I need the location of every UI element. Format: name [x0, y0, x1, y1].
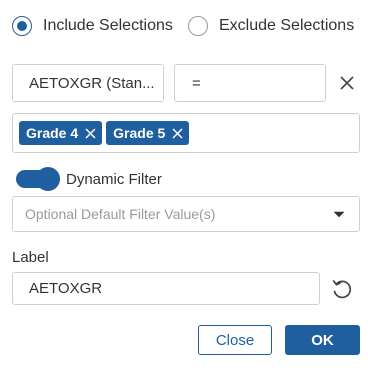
toggle-knob	[36, 167, 60, 191]
close-icon	[172, 127, 183, 139]
undo-icon	[332, 280, 352, 299]
label-input-value: AETOXGR	[29, 280, 103, 297]
exclude-radio[interactable]	[188, 16, 208, 36]
close-button[interactable]: Close	[198, 325, 272, 355]
operator-select[interactable]: =	[174, 64, 326, 102]
exclude-label: Exclude Selections	[219, 17, 355, 34]
include-selections-option[interactable]: Include Selections	[12, 16, 173, 36]
field-select[interactable]: AETOXGR (Stan...	[12, 64, 164, 102]
field-select-value: AETOXGR (Stan...	[29, 74, 155, 92]
remove-filter-button[interactable]	[338, 74, 356, 92]
operator-select-value: =	[192, 74, 201, 92]
dynamic-filter-label: Dynamic Filter	[66, 170, 162, 188]
close-icon	[85, 127, 96, 139]
default-value-select[interactable]: Optional Default Filter Value(s)	[12, 196, 360, 232]
value-chip[interactable]: Grade 4	[19, 121, 103, 145]
dynamic-filter-toggle[interactable]: Dynamic Filter	[16, 167, 162, 191]
exclude-selections-option[interactable]: Exclude Selections	[188, 16, 354, 36]
value-chip[interactable]: Grade 5	[106, 121, 190, 145]
values-multiselect[interactable]: Grade 4 Grade 5	[12, 113, 360, 153]
radio-dot	[17, 21, 27, 31]
close-icon	[340, 76, 354, 90]
include-radio[interactable]	[12, 16, 32, 36]
include-label: Include Selections	[43, 17, 173, 34]
label-input[interactable]: AETOXGR	[12, 272, 320, 305]
reset-label-button[interactable]	[330, 277, 354, 301]
caret-down-icon	[333, 211, 345, 218]
chip-remove-button[interactable]	[172, 127, 183, 139]
label-heading: Label	[12, 249, 49, 266]
ok-button[interactable]: OK	[285, 325, 360, 355]
chip-label: Grade 5	[113, 125, 166, 141]
toggle-track[interactable]	[16, 167, 60, 191]
chip-remove-button[interactable]	[85, 127, 96, 139]
default-value-placeholder: Optional Default Filter Value(s)	[25, 206, 216, 222]
chip-label: Grade 4	[26, 125, 79, 141]
